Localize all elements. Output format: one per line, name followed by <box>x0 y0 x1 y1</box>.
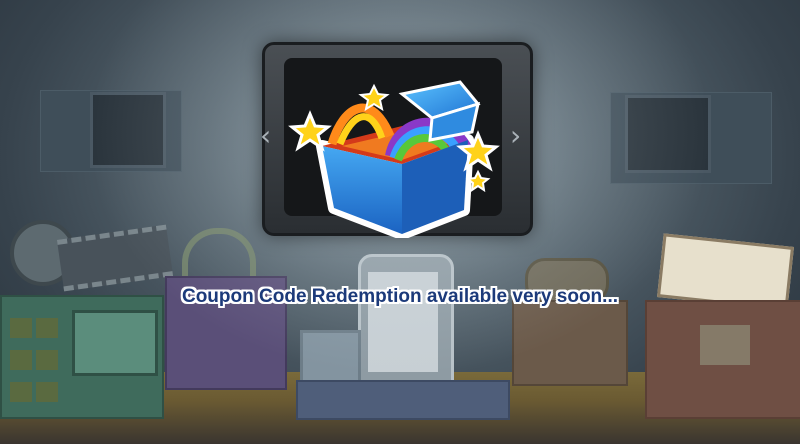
store-scene: ‹ › Coupon Code Redemption available ver… <box>0 0 800 444</box>
previous-arrow-icon[interactable]: ‹ <box>260 122 271 150</box>
next-arrow-icon[interactable]: › <box>510 122 521 150</box>
gift-box-icon <box>288 80 500 238</box>
coupon-redemption-message: Coupon Code Redemption available very so… <box>181 286 619 307</box>
